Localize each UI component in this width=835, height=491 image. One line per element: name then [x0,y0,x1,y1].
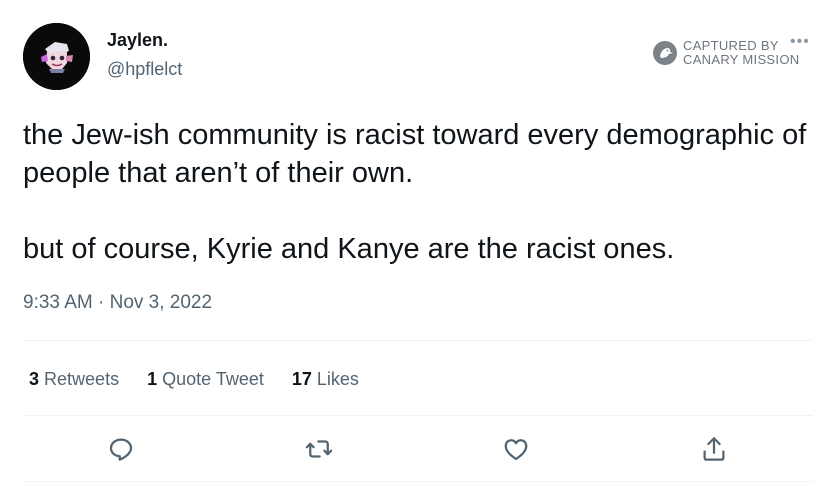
tweet-paragraph-2: but of course, Kyrie and Kanye are the r… [23,233,675,265]
watermark: CAPTURED BY CANARY MISSION [652,39,799,67]
divider [23,340,813,341]
divider [23,481,813,482]
reply-icon [109,438,133,461]
reply-button[interactable] [106,434,136,464]
likes-count: 17 [291,369,312,389]
likes-label: Likes [316,369,359,389]
share-icon [703,437,725,461]
like-icon [504,439,528,461]
tweet-time[interactable]: 9:33 AM [23,292,93,313]
avatar[interactable] [23,23,90,90]
retweets-stat[interactable]: 3 Retweets [29,369,119,390]
retweets-label: Retweets [44,369,120,389]
like-button[interactable] [501,434,531,464]
author-name[interactable]: Jaylen. [107,30,168,51]
retweet-button[interactable] [304,434,334,464]
watermark-line1: CAPTURED BY [683,38,779,53]
tweet-timestamp[interactable]: 9:33 AM · Nov 3, 2022 [23,292,212,314]
retweet-icon [305,440,333,458]
action-bar [0,434,835,464]
meta-separator: · [98,292,105,313]
quotes-stat[interactable]: 1 Quote Tweet [147,369,264,390]
tweet-paragraph-1: the Jew-ish community is racist toward e… [23,119,807,189]
likes-stat[interactable]: 17 Likes [292,369,359,390]
quotes-label: Quote Tweet [162,369,264,389]
canary-mission-logo [653,41,677,65]
engagement-stats: 3 Retweets 1 Quote Tweet 17 Likes [29,369,387,390]
tweet-date[interactable]: Nov 3, 2022 [110,292,212,313]
cartoon-avatar-icon [23,23,90,90]
retweets-count: 3 [29,369,40,389]
quotes-count: 1 [147,369,158,389]
watermark-line2: CANARY MISSION [683,52,800,67]
share-button[interactable] [699,434,729,464]
author-handle[interactable]: @hpflelct [107,59,182,80]
divider [23,415,813,416]
tweet-text: the Jew-ish community is racist toward e… [23,116,813,268]
